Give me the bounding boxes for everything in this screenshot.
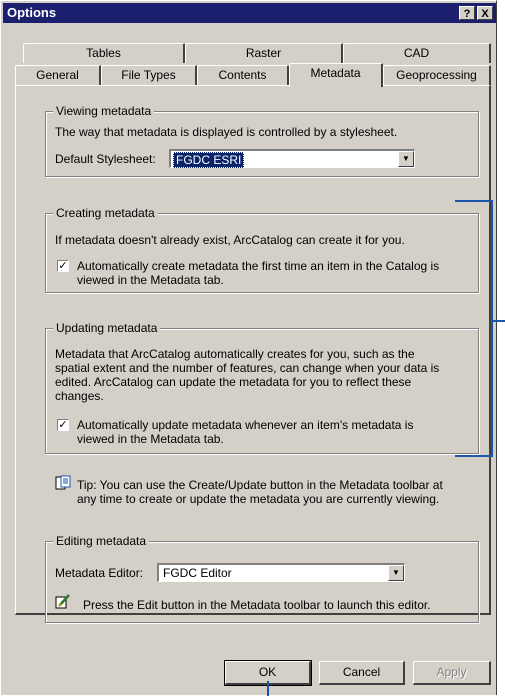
tip-text-line1: Tip: You can use the Create/Update butto… xyxy=(77,478,443,492)
stylesheet-selected-value: FGDC ESRI xyxy=(173,152,245,168)
default-stylesheet-dropdown[interactable]: FGDC ESRI ▼ xyxy=(169,149,415,168)
auto-create-checkbox[interactable]: ✓ xyxy=(57,260,69,272)
options-dialog: Options ? X Tables Raster CAD General Fi… xyxy=(0,0,505,696)
tab-general[interactable]: General xyxy=(15,65,101,85)
updating-description-line1: Metadata that ArcCatalog automatically c… xyxy=(55,347,415,361)
creating-metadata-legend: Creating metadata xyxy=(53,206,158,220)
auto-create-label-line2: viewed in the Metadata tab. xyxy=(77,273,224,287)
updating-description-line4: changes. xyxy=(55,389,104,403)
auto-update-label-line1: Automatically update metadata whenever a… xyxy=(77,418,414,432)
tab-metadata[interactable]: Metadata xyxy=(289,63,383,87)
callout-bracket-vertical xyxy=(491,200,493,457)
title-bar: Options ? X xyxy=(3,3,496,23)
cancel-button[interactable]: Cancel xyxy=(319,661,405,685)
auto-create-label-line1: Automatically create metadata the first … xyxy=(77,259,440,273)
editing-metadata-legend: Editing metadata xyxy=(53,534,150,548)
callout-bracket-bottom xyxy=(455,455,493,457)
auto-update-checkbox[interactable]: ✓ xyxy=(57,419,69,431)
tab-geoprocessing[interactable]: Geoprocessing xyxy=(383,65,491,85)
close-button[interactable]: X xyxy=(477,6,493,20)
metadata-editor-dropdown[interactable]: FGDC Editor ▼ xyxy=(157,563,405,582)
callout-bracket-pointer xyxy=(491,320,505,322)
window-title: Options xyxy=(7,5,57,20)
tab-contents[interactable]: Contents xyxy=(197,65,289,85)
tab-cad[interactable]: CAD xyxy=(343,43,491,63)
editor-selected-value: FGDC Editor xyxy=(163,566,232,580)
callout-bracket-top xyxy=(455,200,493,202)
tab-raster[interactable]: Raster xyxy=(185,43,343,63)
callout-ok-pointer xyxy=(267,681,269,696)
tab-tables[interactable]: Tables xyxy=(23,43,185,63)
chevron-down-icon[interactable]: ▼ xyxy=(398,151,414,167)
tip-text-line2: any time to create or update the metadat… xyxy=(77,492,440,506)
creating-description: If metadata doesn't already exist, ArcCa… xyxy=(55,233,405,247)
updating-description-line3: edited. ArcCatalog can update the metada… xyxy=(55,375,412,389)
viewing-metadata-legend: Viewing metadata xyxy=(53,104,155,118)
tab-file-types[interactable]: File Types xyxy=(101,65,197,85)
editor-hint: Press the Edit button in the Metadata to… xyxy=(83,598,431,612)
help-button[interactable]: ? xyxy=(459,6,475,20)
stylesheet-label: Default Stylesheet: xyxy=(55,152,156,166)
updating-description-line2: spatial extent and the number of feature… xyxy=(55,361,440,375)
updating-metadata-legend: Updating metadata xyxy=(53,321,161,335)
tip-icon xyxy=(55,475,71,491)
viewing-description: The way that metadata is displayed is co… xyxy=(55,125,398,139)
chevron-down-icon[interactable]: ▼ xyxy=(388,565,404,581)
apply-button[interactable]: Apply xyxy=(413,661,491,685)
editor-label: Metadata Editor: xyxy=(55,566,144,580)
auto-update-label-line2: viewed in the Metadata tab. xyxy=(77,432,224,446)
edit-pencil-icon xyxy=(55,593,71,609)
